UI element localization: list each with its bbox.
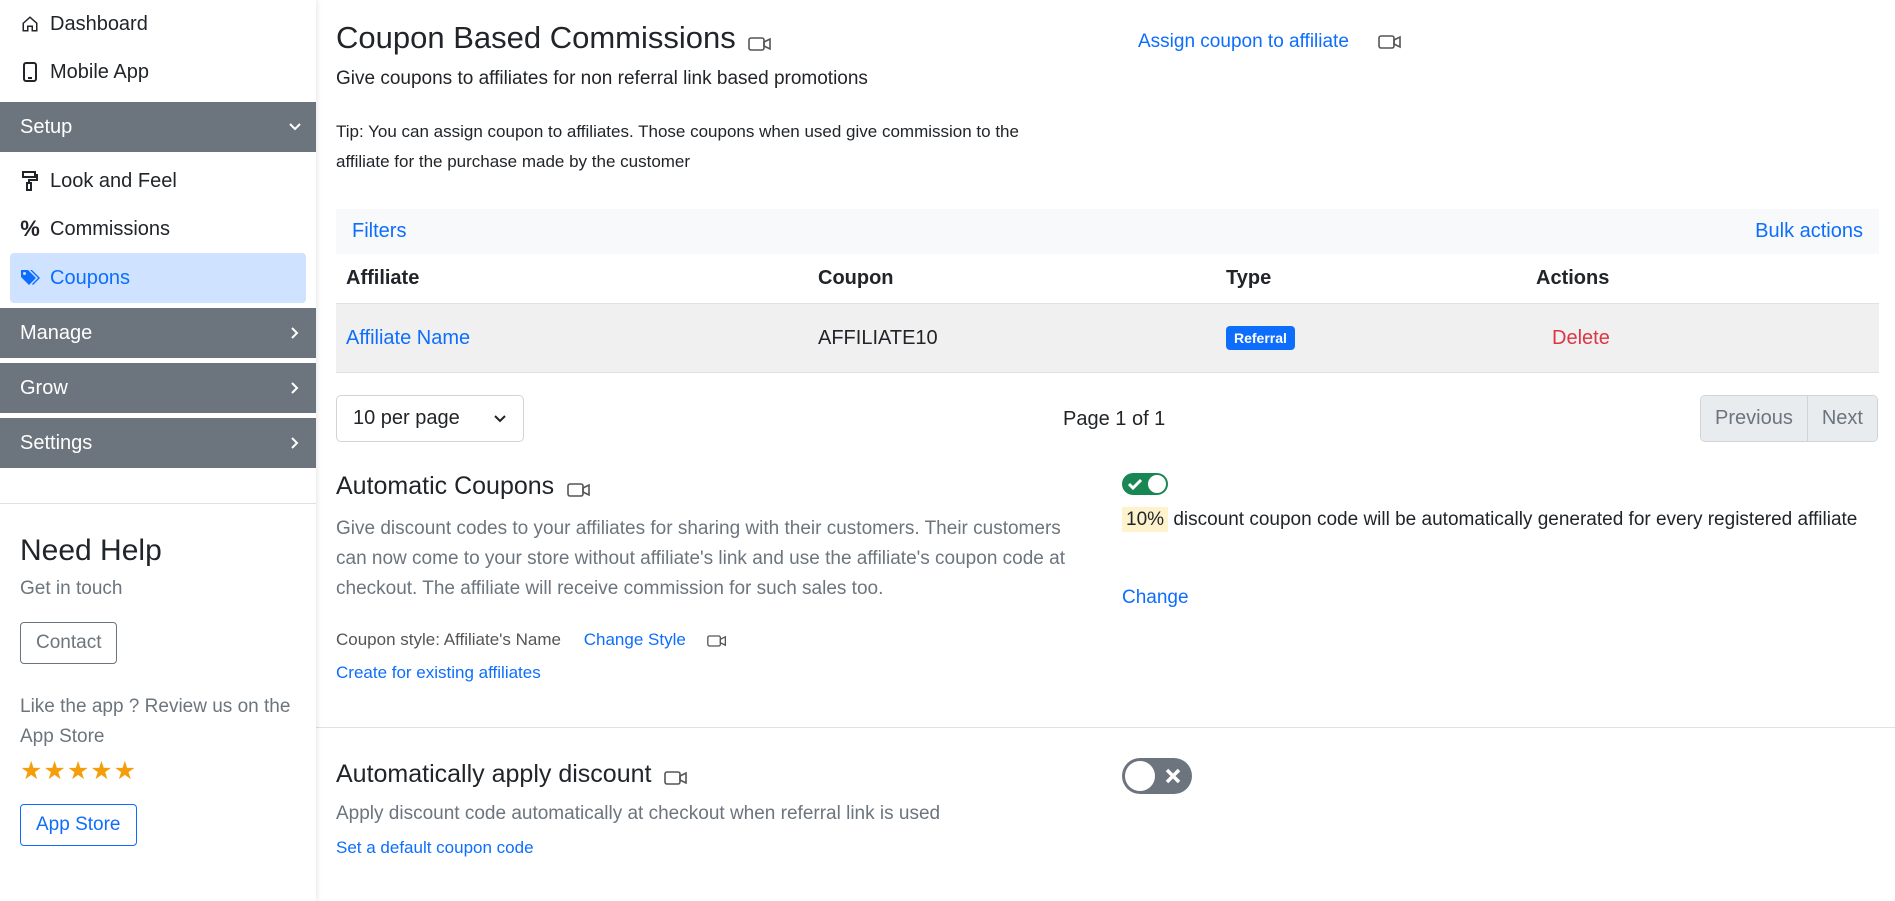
auto-apply-description: Apply discount code automatically at che…: [336, 803, 941, 824]
discount-value: 10%: [1122, 507, 1169, 532]
change-discount-link[interactable]: Change: [1122, 587, 1189, 609]
section-label: Manage: [20, 321, 93, 344]
home-icon: [20, 14, 40, 34]
sidebar-item-mobile-app[interactable]: Mobile App: [0, 48, 316, 96]
section-label: Grow: [20, 376, 68, 399]
sidebar-item-label: Dashboard: [50, 12, 148, 35]
contact-button[interactable]: Contact: [20, 622, 118, 664]
sidebar-section-grow[interactable]: Grow: [0, 363, 316, 413]
column-header-affiliate: Affiliate: [346, 267, 420, 289]
discount-text: discount coupon code will be automatical…: [1173, 509, 1858, 530]
rating-stars: ★★★★★: [20, 757, 138, 785]
help-title: Need Help: [20, 534, 162, 567]
assign-coupon-link[interactable]: Assign coupon to affiliate: [1138, 31, 1349, 52]
change-style-link[interactable]: Change Style: [584, 630, 686, 649]
sidebar-item-label: Mobile App: [50, 60, 149, 83]
help-subtitle: Get in touch: [20, 578, 123, 599]
table-toolbar: Filters Bulk actions: [336, 209, 1879, 254]
video-icon[interactable]: [748, 36, 772, 52]
sidebar-section-manage[interactable]: Manage: [0, 308, 316, 358]
sidebar-item-label: Look and Feel: [50, 169, 177, 192]
create-existing-affiliates-link[interactable]: Create for existing affiliates: [336, 663, 541, 683]
automatic-coupons-toggle[interactable]: [1122, 473, 1168, 495]
set-default-coupon-link[interactable]: Set a default coupon code: [336, 838, 534, 858]
chevron-right-icon: [291, 437, 299, 449]
sidebar-item-coupons[interactable]: Coupons: [10, 253, 306, 303]
page-indicator: Page 1 of 1: [1063, 408, 1166, 430]
check-icon: [1127, 475, 1166, 493]
mobile-icon: [20, 62, 40, 82]
table-header: Affiliate Coupon Type Actions: [336, 254, 1879, 304]
table-row: Affiliate Name AFFILIATE10 Referral Dele…: [336, 304, 1879, 373]
section-label: Setup: [20, 115, 73, 138]
next-button[interactable]: Next: [1806, 396, 1877, 441]
affiliate-name-link[interactable]: Affiliate Name: [346, 327, 470, 349]
video-icon[interactable]: [1378, 34, 1402, 50]
sidebar-item-label: Commissions: [50, 217, 171, 240]
chevron-right-icon: [291, 382, 299, 394]
main-content: Coupon Based Commissions Give coupons to…: [336, 0, 1881, 901]
close-icon: [1125, 761, 1181, 791]
type-badge: Referral: [1226, 326, 1295, 350]
chevron-down-icon: [289, 123, 301, 131]
chevron-down-icon: [494, 414, 506, 422]
sidebar-item-label: Coupons: [50, 266, 131, 289]
help-panel: Need Help Get in touch Contact Like the …: [0, 503, 316, 876]
bulk-actions-link[interactable]: Bulk actions: [1755, 220, 1863, 243]
column-header-actions: Actions: [1536, 267, 1610, 289]
coupon-style-row: Coupon style: Affiliate's Name Change St…: [336, 630, 727, 650]
sidebar-section-setup[interactable]: Setup: [0, 102, 316, 152]
column-header-coupon: Coupon: [818, 267, 894, 289]
tags-icon: [20, 268, 40, 288]
auto-apply-header: Automatically apply discount: [336, 760, 688, 789]
page-subtitle: Give coupons to affiliates for non refer…: [336, 68, 868, 89]
coupon-code: AFFILIATE10: [818, 326, 938, 349]
pager: Previous Next: [1700, 395, 1878, 442]
paint-roller-icon: [20, 171, 40, 191]
video-icon[interactable]: [566, 482, 591, 498]
per-page-value: 10 per page: [353, 407, 460, 429]
sidebar-section-settings[interactable]: Settings: [0, 418, 316, 468]
automatic-coupons-description: Give discount codes to your affiliates f…: [336, 518, 1065, 599]
chevron-right-icon: [291, 327, 299, 339]
section-label: Settings: [20, 431, 93, 454]
page-title: Coupon Based Commissions: [336, 20, 736, 55]
automatic-coupons-header: Automatic Coupons: [336, 472, 591, 501]
discount-info: 10% discount coupon code will be automat…: [1122, 505, 1882, 535]
page-header: Coupon Based Commissions: [336, 20, 772, 56]
sidebar: Dashboard Mobile App Setup Look and Feel…: [0, 0, 316, 901]
delete-button[interactable]: Delete: [1536, 327, 1610, 349]
video-icon[interactable]: [664, 770, 688, 786]
filters-link[interactable]: Filters: [352, 220, 406, 243]
tip-text: Tip: You can assign coupon to affiliates…: [336, 122, 1019, 171]
auto-apply-toggle[interactable]: [1122, 758, 1192, 794]
review-text: Like the app ? Review us on the App Stor…: [20, 696, 291, 747]
auto-apply-title: Automatically apply discount: [336, 760, 652, 788]
sidebar-item-commissions[interactable]: % Commissions: [0, 205, 316, 253]
per-page-select[interactable]: 10 per page: [336, 395, 524, 442]
column-header-type: Type: [1226, 267, 1272, 289]
app-store-button[interactable]: App Store: [20, 804, 137, 846]
automatic-coupons-title: Automatic Coupons: [336, 472, 555, 500]
previous-button[interactable]: Previous: [1701, 396, 1807, 441]
percent-icon: %: [20, 216, 40, 241]
sidebar-item-dashboard[interactable]: Dashboard: [0, 0, 316, 48]
assign-coupon-row: Assign coupon to affiliate: [1138, 31, 1402, 53]
video-icon[interactable]: [706, 634, 727, 648]
coupon-style-text: Coupon style: Affiliate's Name: [336, 630, 561, 649]
section-divider: [316, 727, 1895, 728]
sidebar-item-look-and-feel[interactable]: Look and Feel: [0, 157, 316, 205]
coupon-table: Filters Bulk actions Affiliate Coupon Ty…: [336, 209, 1879, 373]
